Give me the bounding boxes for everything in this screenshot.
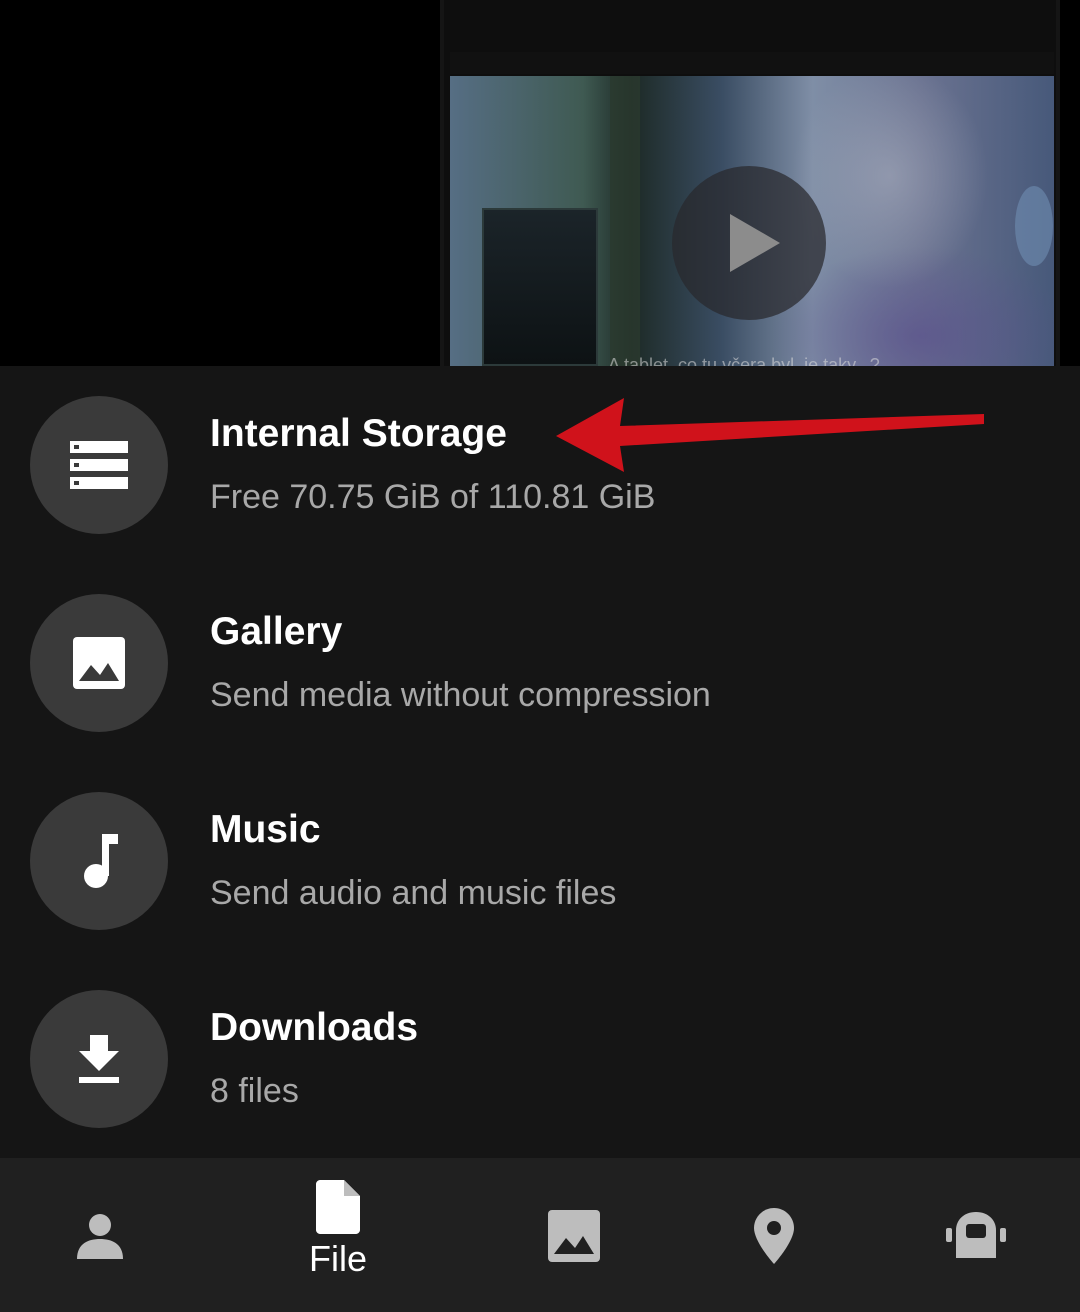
image-icon	[73, 637, 125, 689]
video-top-bar	[450, 52, 1054, 74]
icon-circle	[30, 792, 168, 930]
menu-item-subtitle: Free 70.75 GiB of 110.81 GiB	[210, 478, 656, 516]
tab-file-label: File	[308, 1238, 367, 1279]
location-pin-icon	[754, 1208, 794, 1264]
thumbnail-detail	[610, 76, 640, 366]
music-note-icon	[84, 834, 118, 888]
person-icon	[77, 1214, 123, 1259]
tab-contact[interactable]	[40, 1158, 160, 1312]
attach-type-tabbar: File	[0, 1158, 1080, 1312]
storage-icon	[70, 441, 128, 489]
menu-item-downloads[interactable]: Downloads 8 files	[0, 960, 1080, 1158]
menu-item-subtitle: Send audio and music files	[210, 874, 617, 912]
tab-file[interactable]: File	[278, 1158, 398, 1312]
icon-circle	[30, 990, 168, 1128]
thumbnail-detail	[482, 208, 598, 366]
file-icon	[316, 1180, 360, 1234]
chat-background: A tablet, co tu včera byl, je taky...?	[0, 0, 1080, 369]
attach-file-sheet: Internal Storage Free 70.75 GiB of 110.8…	[0, 366, 1080, 1158]
red-arrow-annotation	[556, 398, 984, 472]
gallery-icon	[548, 1210, 600, 1262]
tab-gallery[interactable]	[514, 1158, 634, 1312]
poll-robot-icon	[946, 1212, 1006, 1258]
menu-item-subtitle: Send media without compression	[210, 676, 711, 714]
thumbnail-detail	[1015, 186, 1053, 266]
icon-circle	[30, 594, 168, 732]
download-icon	[79, 1035, 119, 1083]
tab-location[interactable]	[714, 1158, 834, 1312]
play-button[interactable]	[672, 166, 826, 320]
menu-item-title: Internal Storage	[210, 412, 507, 455]
tab-poll[interactable]	[916, 1158, 1036, 1312]
menu-item-title: Gallery	[210, 610, 343, 653]
menu-item-subtitle: 8 files	[210, 1072, 299, 1110]
menu-item-title: Downloads	[210, 1006, 419, 1049]
play-icon	[730, 214, 780, 272]
menu-item-title: Music	[210, 808, 321, 851]
menu-item-gallery[interactable]: Gallery Send media without compression	[0, 564, 1080, 762]
icon-circle	[30, 396, 168, 534]
screen: A tablet, co tu včera byl, je taky...? I…	[0, 0, 1080, 1312]
menu-item-music[interactable]: Music Send audio and music files	[0, 762, 1080, 960]
